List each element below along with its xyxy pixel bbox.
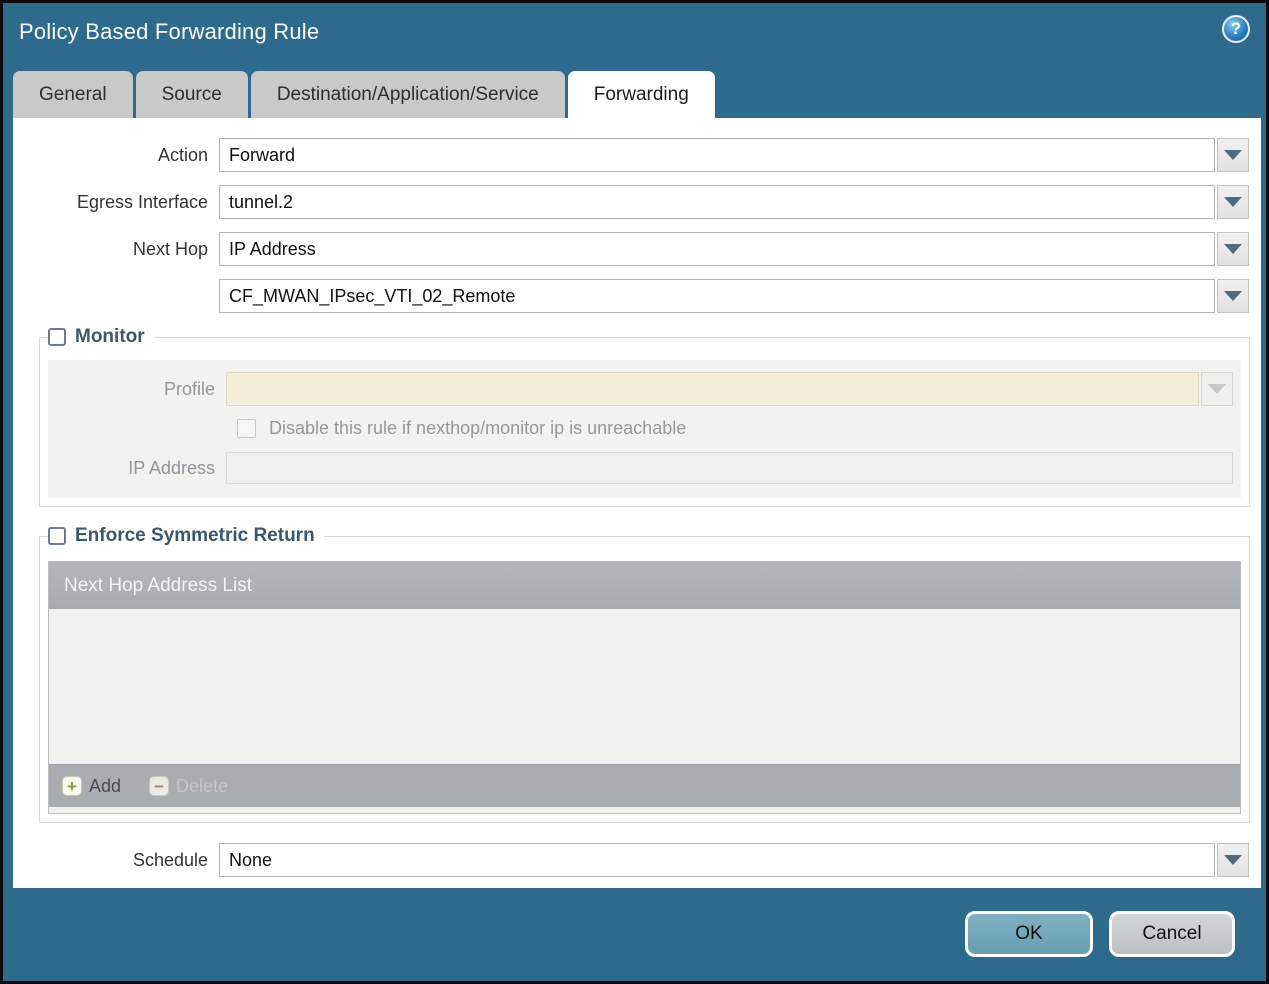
profile-label: Profile <box>163 378 215 399</box>
chevron-down-icon <box>1224 291 1242 301</box>
monitor-ip-address-row: IP Address <box>48 452 1233 484</box>
profile-dropdown-button-disabled <box>1201 372 1233 406</box>
chevron-down-icon <box>1224 855 1242 865</box>
disable-rule-label: Disable this rule if nexthop/monitor ip … <box>269 418 687 438</box>
cancel-button[interactable]: Cancel <box>1109 911 1235 957</box>
next-hop-address-list-body[interactable] <box>49 609 1240 764</box>
egress-interface-dropdown-button[interactable] <box>1217 185 1249 219</box>
tab-source[interactable]: Source <box>135 71 248 118</box>
schedule-select[interactable]: None <box>219 843 1215 877</box>
egress-interface-label: Egress Interface <box>76 191 208 212</box>
next-hop-address-dropdown-button[interactable] <box>1217 279 1249 313</box>
chevron-down-icon <box>1224 150 1242 160</box>
enforce-symmetric-return-legend: Enforce Symmetric Return <box>48 525 324 547</box>
next-hop-address-list-table: Next Hop Address List + Add − Delete <box>48 561 1241 807</box>
add-button[interactable]: + Add <box>62 776 121 797</box>
tab-forwarding[interactable]: Forwarding <box>567 71 715 118</box>
enforce-symmetric-return-label: Enforce Symmetric Return <box>75 525 315 546</box>
pbf-rule-dialog: Policy Based Forwarding Rule ? General S… <box>0 0 1269 984</box>
monitor-panel: Profile Disable this rule if nexthop/mon… <box>48 360 1241 498</box>
profile-row: Profile <box>48 372 1233 406</box>
tab-destination-application-service[interactable]: Destination/Application/Service <box>250 71 565 118</box>
chevron-down-icon <box>1224 197 1242 207</box>
action-label: Action <box>157 144 208 165</box>
schedule-row: Schedule None <box>13 843 1249 877</box>
ok-button[interactable]: OK <box>965 911 1093 957</box>
profile-select-disabled <box>226 372 1199 406</box>
forwarding-tab-panel: Action Forward Egress Interface tunnel.2… <box>13 118 1261 888</box>
monitor-checkbox[interactable] <box>48 328 66 346</box>
action-dropdown-button[interactable] <box>1217 138 1249 172</box>
monitor-section: Monitor Profile Disable this rule if nex… <box>39 326 1250 507</box>
egress-interface-select[interactable]: tunnel.2 <box>219 185 1215 219</box>
egress-interface-row: Egress Interface tunnel.2 <box>13 185 1249 219</box>
next-hop-address-list-toolbar: + Add − Delete <box>49 764 1240 807</box>
schedule-label: Schedule <box>132 849 208 870</box>
delete-button-label: Delete <box>176 775 229 796</box>
next-hop-type-dropdown-button[interactable] <box>1217 232 1249 266</box>
next-hop-address-row: CF_MWAN_IPsec_VTI_02_Remote <box>13 279 1249 313</box>
next-hop-type-select[interactable]: IP Address <box>219 232 1215 266</box>
disable-rule-checkbox <box>237 419 256 438</box>
enforce-symmetric-return-checkbox[interactable] <box>48 527 66 545</box>
monitor-ip-address-label: IP Address <box>128 457 215 478</box>
enforce-symmetric-return-section: Enforce Symmetric Return Next Hop Addres… <box>39 525 1250 823</box>
dialog-title: Policy Based Forwarding Rule <box>19 19 320 44</box>
tab-bar: General Source Destination/Application/S… <box>13 71 715 118</box>
next-hop-row: Next Hop IP Address <box>13 232 1249 266</box>
next-hop-label: Next Hop <box>132 238 208 259</box>
table-under-strip <box>48 807 1241 814</box>
help-icon[interactable]: ? <box>1222 15 1250 43</box>
tab-general[interactable]: General <box>13 71 133 118</box>
action-select[interactable]: Forward <box>219 138 1215 172</box>
minus-icon: − <box>149 776 170 796</box>
add-button-label: Add <box>89 775 122 796</box>
chevron-down-icon <box>1224 244 1242 254</box>
plus-icon: + <box>62 776 82 796</box>
next-hop-address-list-header: Next Hop Address List <box>49 562 1240 609</box>
delete-button-disabled: − Delete <box>149 776 228 797</box>
action-row: Action Forward <box>13 138 1249 172</box>
disable-rule-row: Disable this rule if nexthop/monitor ip … <box>237 418 1233 439</box>
next-hop-address-input[interactable]: CF_MWAN_IPsec_VTI_02_Remote <box>219 279 1215 313</box>
monitor-legend: Monitor <box>48 326 154 348</box>
schedule-dropdown-button[interactable] <box>1217 843 1249 877</box>
chevron-down-icon <box>1208 384 1226 394</box>
monitor-legend-label: Monitor <box>75 326 145 347</box>
monitor-ip-address-input-disabled <box>226 452 1233 484</box>
